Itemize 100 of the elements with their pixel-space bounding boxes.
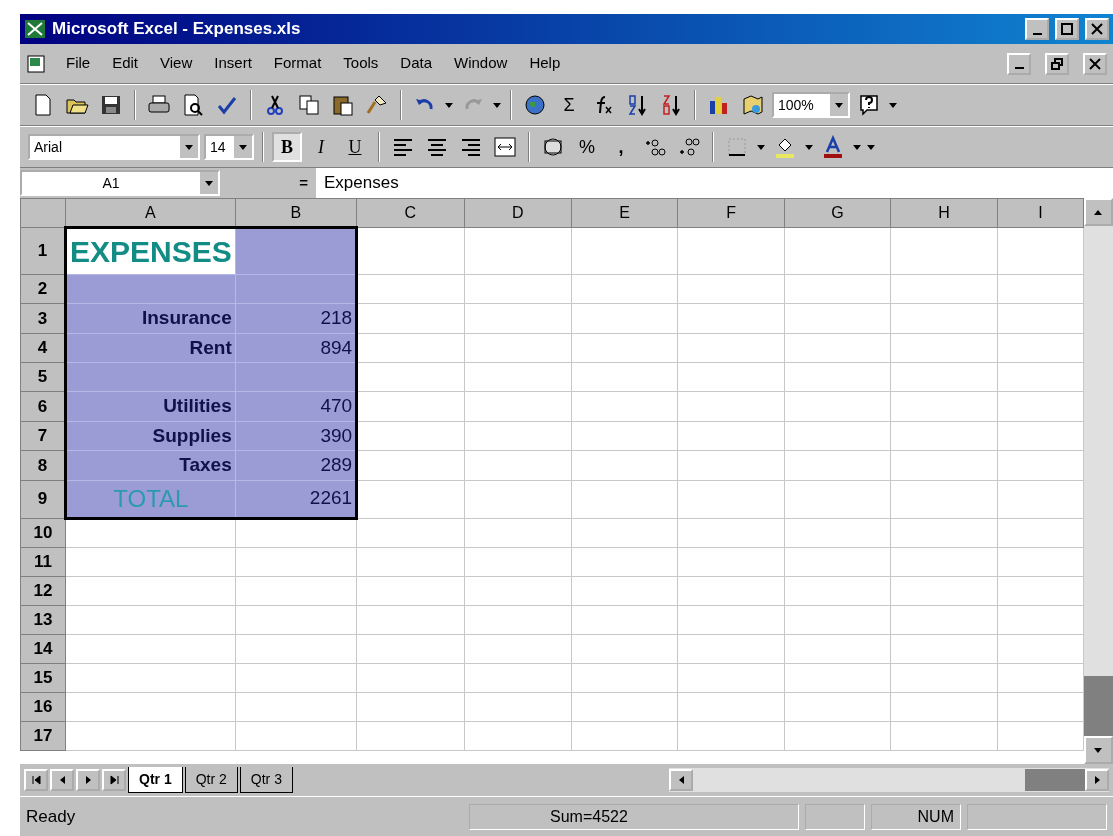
map-icon bbox=[741, 93, 765, 117]
font-field[interactable]: Arial bbox=[28, 134, 200, 160]
sheet-tab[interactable]: Qtr 1 bbox=[128, 767, 183, 793]
minimize-button[interactable] bbox=[1007, 52, 1031, 75]
scroll-down-button[interactable] bbox=[1083, 736, 1113, 764]
font-size-field[interactable]: 14 bbox=[204, 134, 254, 160]
scroll-right-button[interactable] bbox=[1085, 769, 1109, 791]
row-header[interactable]: 17 bbox=[20, 721, 66, 750]
window-title: Microsoft Excel - Expenses.xls bbox=[52, 18, 302, 41]
left-arrow-icon bbox=[677, 775, 685, 785]
bold-button[interactable]: B bbox=[272, 132, 302, 162]
close-icon bbox=[1090, 22, 1104, 36]
scroll-thumb[interactable] bbox=[1083, 676, 1113, 736]
first-sheet-button[interactable] bbox=[24, 769, 48, 791]
close-button[interactable] bbox=[1083, 52, 1107, 75]
column-header[interactable]: E bbox=[571, 198, 678, 228]
clipboard-icon bbox=[331, 93, 355, 117]
table-cell: Rent bbox=[65, 333, 236, 363]
scroll-up-button[interactable] bbox=[1083, 198, 1113, 226]
formula-field[interactable]: Expenses bbox=[316, 168, 1113, 198]
up-arrow-icon bbox=[1093, 208, 1104, 216]
menu-item[interactable]: Format bbox=[269, 50, 326, 77]
menu-item[interactable]: File bbox=[62, 50, 95, 77]
row-header[interactable]: 1 bbox=[20, 227, 66, 275]
sheet-tab[interactable]: Qtr 3 bbox=[239, 767, 293, 793]
italic-button[interactable]: I bbox=[306, 132, 336, 162]
autosum-button[interactable]: Σ bbox=[554, 90, 584, 120]
caret-icon bbox=[1093, 746, 1104, 754]
menu-item[interactable]: Tools bbox=[339, 50, 383, 77]
row-header[interactable]: 10 bbox=[20, 518, 66, 547]
maximize-icon bbox=[1060, 22, 1074, 36]
status-text: Ready bbox=[26, 805, 77, 828]
row-header[interactable]: 11 bbox=[20, 547, 66, 576]
zoom-field[interactable]: 100% bbox=[772, 92, 850, 118]
scroll-thumb[interactable] bbox=[1025, 769, 1085, 791]
row-header[interactable]: 13 bbox=[20, 605, 66, 634]
column-header[interactable]: A bbox=[65, 198, 236, 228]
globe-icon bbox=[523, 93, 547, 117]
percent-button[interactable]: % bbox=[572, 132, 602, 162]
status-num: NUM bbox=[871, 803, 961, 830]
column-header[interactable]: D bbox=[464, 198, 572, 228]
column-header[interactable]: G bbox=[784, 198, 891, 228]
column-header[interactable]: H bbox=[890, 198, 998, 228]
table-cell: TOTAL bbox=[65, 480, 236, 518]
font-color-icon bbox=[821, 135, 845, 159]
last-arrow-icon bbox=[108, 775, 120, 785]
caret-icon bbox=[756, 143, 766, 151]
row-header[interactable]: 16 bbox=[20, 692, 66, 721]
table-cell: EXPENSES bbox=[65, 227, 236, 275]
table-cell: 2261 bbox=[235, 480, 357, 518]
status-sum: Sum=4522 bbox=[469, 803, 799, 830]
minimize-button[interactable] bbox=[1025, 18, 1049, 40]
scroll-left-button[interactable] bbox=[669, 769, 693, 791]
table-cell: Taxes bbox=[65, 450, 236, 480]
workbook-icon[interactable] bbox=[26, 53, 48, 74]
sheet-tab[interactable]: Qtr 2 bbox=[184, 767, 238, 793]
caret-icon bbox=[888, 101, 898, 109]
save-icon bbox=[99, 93, 123, 117]
table-cell: Utilities bbox=[65, 391, 236, 421]
restore-button[interactable] bbox=[1045, 52, 1069, 75]
first-arrow-icon bbox=[30, 775, 42, 785]
column-header[interactable]: F bbox=[677, 198, 785, 228]
table-cell: 470 bbox=[235, 391, 357, 421]
table-cell: 289 bbox=[235, 450, 357, 480]
column-header[interactable]: B bbox=[235, 198, 357, 228]
row-header[interactable]: 15 bbox=[20, 663, 66, 692]
borders-icon bbox=[725, 135, 749, 159]
caret-icon bbox=[444, 101, 454, 109]
maximize-button[interactable] bbox=[1055, 18, 1079, 40]
row-header[interactable]: 12 bbox=[20, 576, 66, 605]
column-header[interactable]: C bbox=[356, 198, 464, 228]
caret-icon bbox=[184, 143, 194, 151]
next-sheet-button[interactable] bbox=[76, 769, 100, 791]
table-cell: Supplies bbox=[65, 421, 236, 451]
caret-icon bbox=[804, 143, 814, 151]
menu-item[interactable]: Insert bbox=[210, 50, 256, 77]
column-header[interactable]: I bbox=[997, 198, 1084, 228]
last-sheet-button[interactable] bbox=[102, 769, 126, 791]
menu-item[interactable]: Data bbox=[396, 50, 437, 77]
table-cell: Insurance bbox=[65, 303, 236, 333]
name-box[interactable]: A1 bbox=[20, 170, 220, 196]
comma-button[interactable]: , bbox=[606, 132, 636, 162]
row-header[interactable]: 14 bbox=[20, 634, 66, 663]
table-cell: 390 bbox=[235, 421, 357, 451]
close-button[interactable] bbox=[1085, 18, 1109, 40]
table-cell: 894 bbox=[235, 333, 357, 363]
caret-icon bbox=[204, 179, 214, 187]
minimize-icon bbox=[1032, 32, 1042, 35]
menu-item[interactable]: Edit bbox=[108, 50, 143, 77]
close-icon bbox=[1088, 56, 1102, 71]
menu-item[interactable]: Window bbox=[450, 50, 512, 77]
caret-icon bbox=[492, 101, 502, 109]
row-header[interactable]: 9 bbox=[20, 480, 66, 518]
copy-icon bbox=[297, 93, 321, 117]
right-arrow-icon bbox=[1093, 775, 1101, 785]
menu-item[interactable]: View bbox=[156, 50, 197, 77]
table-cell: 218 bbox=[235, 303, 357, 333]
previous-sheet-button[interactable] bbox=[50, 769, 74, 791]
menu-item[interactable]: Help bbox=[525, 50, 565, 77]
underline-button[interactable]: U bbox=[340, 132, 370, 162]
